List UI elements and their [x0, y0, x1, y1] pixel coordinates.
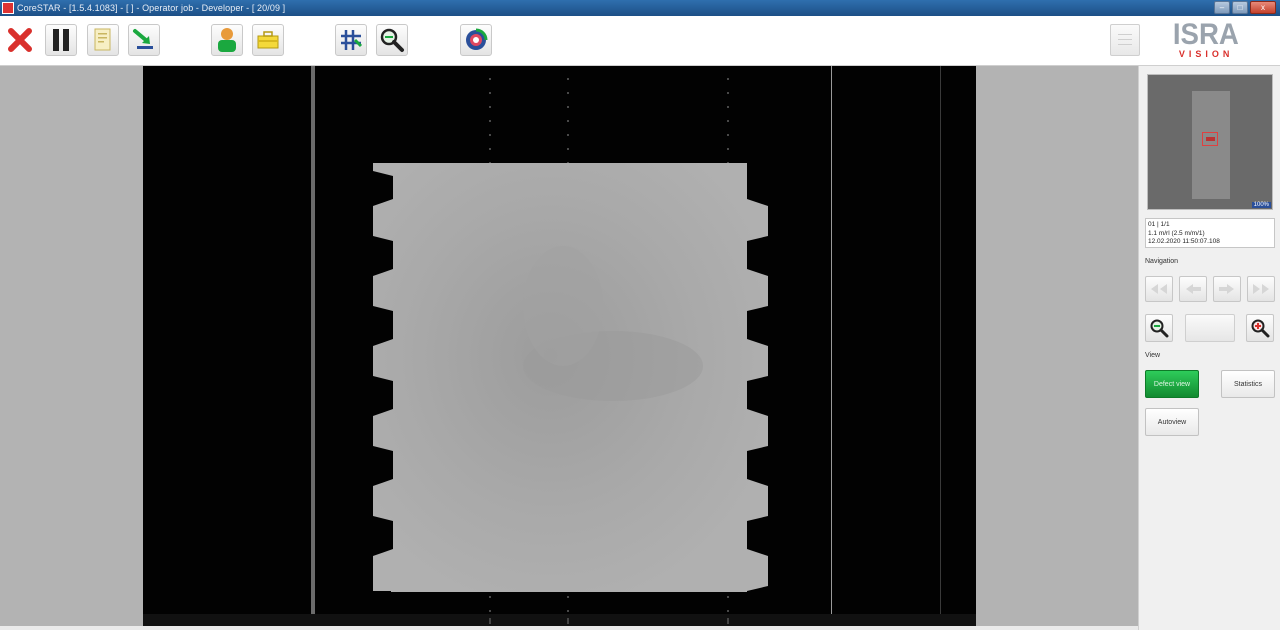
user-button[interactable]	[211, 24, 243, 56]
toolbox-icon	[257, 31, 279, 49]
overview-thumbnail[interactable]: 100%	[1147, 74, 1273, 210]
arrow-left-icon	[1186, 284, 1201, 294]
scan-image[interactable]	[143, 66, 976, 626]
logo-word: ISRA	[1173, 18, 1240, 51]
info-line: 12.02.2020 11:50:07.108	[1148, 238, 1220, 245]
exit-button[interactable]	[4, 24, 36, 56]
export-icon	[133, 29, 153, 49]
title-bar: CoreSTAR - [1.5.4.1083] - [ ] - Operator…	[0, 0, 1280, 16]
maximize-button[interactable]: □	[1232, 1, 1248, 14]
footer-strip	[0, 626, 1138, 630]
strip-tick	[567, 618, 569, 624]
nav-first-button[interactable]	[1145, 276, 1173, 302]
image-viewer[interactable]	[0, 66, 1138, 626]
toolbar: ISRA VISION	[0, 16, 1280, 66]
user-icon	[218, 28, 236, 52]
refresh-icon	[466, 28, 488, 50]
double-arrow-right-icon	[1253, 284, 1269, 294]
arrow-right-icon	[1219, 284, 1234, 294]
grid-button[interactable]	[335, 24, 367, 56]
right-panel: 100% 01 | 1/1 1.1 m/rl (2.5 m/m/1) 12.02…	[1138, 66, 1280, 630]
window-close-button[interactable]: x	[1250, 1, 1276, 14]
view-label: View	[1145, 352, 1161, 359]
app-icon	[2, 2, 14, 14]
defect-marker	[1202, 132, 1218, 146]
film-sample	[373, 163, 768, 592]
close-icon	[8, 28, 32, 52]
document-line	[1118, 44, 1132, 45]
defect-view-button[interactable]: Defect view	[1145, 370, 1199, 398]
zoom-out-icon	[1150, 319, 1169, 338]
app-window: CoreSTAR - [1.5.4.1083] - [ ] - Operator…	[0, 0, 1280, 630]
navigation-label: Navigation	[1145, 258, 1179, 265]
double-arrow-left-icon	[1151, 284, 1167, 294]
zoom-in-button[interactable]	[1246, 314, 1274, 342]
autoview-button[interactable]: Autoview	[1145, 408, 1199, 436]
nav-prev-button[interactable]	[1179, 276, 1207, 302]
strip-tick	[727, 618, 729, 624]
export-button[interactable]	[128, 24, 160, 56]
zoom-button[interactable]	[376, 24, 408, 56]
nav-last-button[interactable]	[1247, 276, 1275, 302]
window-title: CoreSTAR - [1.5.4.1083] - [ ] - Operator…	[17, 3, 286, 13]
document-line	[1118, 39, 1132, 40]
zoom-value-field[interactable]	[1185, 314, 1235, 342]
report-icon	[94, 28, 111, 51]
bottom-strip	[143, 614, 976, 626]
refresh-button[interactable]	[460, 24, 492, 56]
defect-info-box: 01 | 1/1 1.1 m/rl (2.5 m/m/1) 12.02.2020…	[1145, 218, 1275, 248]
thumbnail-zoom-label: 100%	[1251, 202, 1271, 208]
zoom-out-button[interactable]	[1145, 314, 1173, 342]
strip-tick	[489, 618, 491, 624]
nav-next-button[interactable]	[1213, 276, 1241, 302]
report-button[interactable]	[87, 24, 119, 56]
zoom-in-icon	[1251, 319, 1270, 338]
document-line	[1118, 34, 1132, 35]
statistics-button[interactable]: Statistics	[1221, 370, 1275, 398]
minimize-button[interactable]: –	[1214, 1, 1230, 14]
zoom-icon	[380, 28, 404, 52]
window-controls: – □ x	[1214, 1, 1276, 14]
pause-icon	[53, 29, 69, 51]
isra-vision-logo: ISRA VISION	[1170, 18, 1242, 60]
info-line: 01 | 1/1	[1148, 221, 1170, 228]
document-button[interactable]	[1110, 24, 1140, 56]
grid-icon	[341, 30, 363, 50]
info-line: 1.1 m/rl (2.5 m/m/1)	[1148, 229, 1205, 237]
toolbox-button[interactable]	[252, 24, 284, 56]
pause-button[interactable]	[45, 24, 77, 56]
